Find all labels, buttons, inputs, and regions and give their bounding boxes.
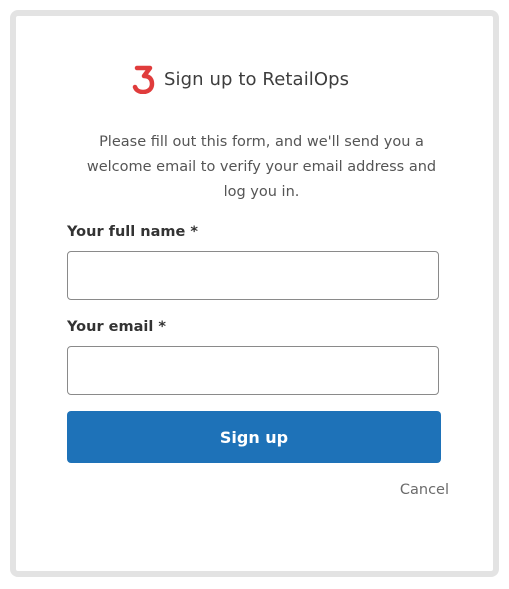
- signup-header: Sign up to RetailOps: [132, 64, 349, 94]
- cancel-link[interactable]: Cancel: [400, 482, 449, 498]
- retailops-logo-icon: [132, 64, 156, 94]
- intro-text: Please fill out this form, and we'll sen…: [86, 134, 437, 200]
- email-label: Your email *: [67, 319, 166, 335]
- sign-up-button[interactable]: Sign up: [67, 411, 441, 463]
- email-input[interactable]: [67, 346, 439, 395]
- full-name-label: Your full name *: [67, 224, 198, 240]
- signup-card: Sign up to RetailOps Please fill out thi…: [10, 10, 499, 577]
- full-name-input[interactable]: [67, 251, 439, 300]
- page-title: Sign up to RetailOps: [164, 68, 350, 90]
